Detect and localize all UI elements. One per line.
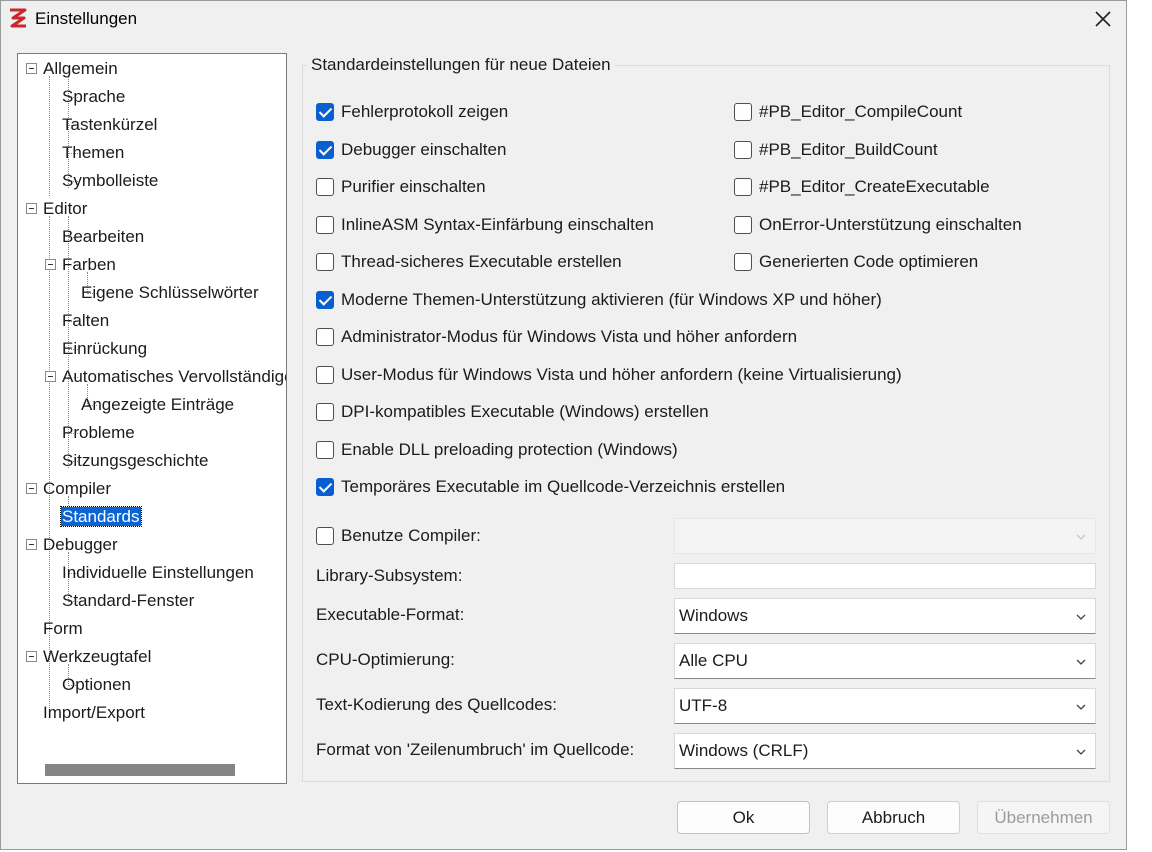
tree-item-falten[interactable]: Falten (61, 307, 110, 335)
tree-item-individuelle-einstellungen[interactable]: Individuelle Einstellungen (61, 559, 255, 587)
dll-checkbox[interactable]: Enable DLL preloading protection (Window… (316, 438, 678, 462)
settings-tree[interactable]: Allgemein Sprache Tastenkürzel Themen Sy… (17, 53, 287, 784)
tree-item-allgemein[interactable]: Allgemein (42, 55, 119, 83)
tree-item-import-export[interactable]: Import/Export (42, 699, 146, 727)
tree-item-probleme[interactable]: Probleme (61, 419, 136, 447)
tree-item-debugger[interactable]: Debugger (42, 531, 119, 559)
encoding-label: Text-Kodierung des Quellcodes: (316, 695, 557, 714)
apply-button[interactable]: Übernehmen (977, 801, 1110, 834)
chevron-down-icon (1076, 704, 1086, 710)
use-compiler-checkbox[interactable]: Benutze Compiler: (316, 524, 481, 548)
checkbox-box[interactable] (316, 141, 334, 159)
inlineasm-checkbox[interactable]: InlineASM Syntax-Einfärbung einschalten (316, 213, 654, 237)
collapse-icon[interactable] (26, 483, 37, 494)
dpi-checkbox[interactable]: DPI-kompatibles Executable (Windows) ers… (316, 400, 709, 424)
horizontal-scrollbar-thumb[interactable] (45, 764, 235, 776)
onerror-checkbox[interactable]: OnError-Unterstützung einschalten (734, 213, 1022, 237)
checkbox-box[interactable] (734, 216, 752, 234)
purebasic-logo-icon (10, 8, 27, 28)
threadsafe-checkbox[interactable]: Thread-sicheres Executable erstellen (316, 250, 622, 274)
tempexe-checkbox[interactable]: Temporäres Executable im Quellcode-Verze… (316, 475, 785, 499)
collapse-icon[interactable] (26, 203, 37, 214)
collapse-icon[interactable] (45, 259, 56, 270)
tree-item-farben[interactable]: Farben (61, 251, 117, 279)
chevron-down-icon (1076, 659, 1086, 665)
tree-item-standards[interactable]: Standards (60, 503, 142, 531)
library-subsystem-label: Library-Subsystem: (316, 566, 463, 585)
checkbox-box[interactable] (316, 291, 334, 309)
createexe-checkbox[interactable]: #PB_Editor_CreateExecutable (734, 175, 990, 199)
chevron-down-icon (1076, 749, 1086, 755)
checkbox-box[interactable] (734, 103, 752, 121)
cpu-select[interactable]: Alle CPU (674, 643, 1096, 679)
tree-item-sitzungsgeschichte[interactable]: Sitzungsgeschichte (61, 447, 209, 475)
tree-item-einrueckung[interactable]: Einrückung (61, 335, 148, 363)
admin-checkbox[interactable]: Administrator-Modus für Windows Vista un… (316, 325, 797, 349)
checkbox-box[interactable] (734, 253, 752, 271)
tree-item-themen[interactable]: Themen (61, 139, 125, 167)
tree-item-tastenkuerzel[interactable]: Tastenkürzel (61, 111, 158, 139)
tree-item-compiler[interactable]: Compiler (42, 475, 112, 503)
checkbox-box[interactable] (316, 103, 334, 121)
tree-item-sprache[interactable]: Sprache (61, 83, 126, 111)
checkbox-box[interactable] (316, 216, 334, 234)
ok-button[interactable]: Ok (677, 801, 810, 834)
collapse-icon[interactable] (45, 371, 56, 382)
newline-label: Format von 'Zeilenumbruch' im Quellcode: (316, 740, 635, 759)
cancel-button[interactable]: Abbruch (827, 801, 960, 834)
library-subsystem-input[interactable] (674, 563, 1096, 589)
checkbox-box[interactable] (316, 253, 334, 271)
group-title: Standardeinstellungen für neue Dateien (307, 55, 615, 75)
chevron-down-icon (1076, 534, 1086, 540)
selected-tree-label: Standards (60, 506, 142, 527)
close-icon (1095, 11, 1111, 27)
tree-item-standard-fenster[interactable]: Standard-Fenster (61, 587, 195, 615)
encoding-select[interactable]: UTF-8 (674, 688, 1096, 724)
checkbox-box[interactable] (316, 366, 334, 384)
collapse-icon[interactable] (26, 651, 37, 662)
tree-item-editor[interactable]: Editor (42, 195, 88, 223)
checkbox-box[interactable] (316, 527, 334, 545)
collapse-icon[interactable] (26, 63, 37, 74)
checkbox-box[interactable] (316, 478, 334, 496)
checkbox-box[interactable] (734, 141, 752, 159)
fehlerprotokoll-checkbox[interactable]: Fehlerprotokoll zeigen (316, 100, 508, 124)
tree-item-eigene-schluesselwoerter[interactable]: Eigene Schlüsselwörter (80, 279, 260, 307)
exe-format-select[interactable]: Windows (674, 598, 1096, 634)
collapse-icon[interactable] (26, 539, 37, 550)
optimize-checkbox[interactable]: Generierten Code optimieren (734, 250, 978, 274)
tree-item-symbolleiste[interactable]: Symbolleiste (61, 167, 159, 195)
checkbox-box[interactable] (316, 178, 334, 196)
compilecount-checkbox[interactable]: #PB_Editor_CompileCount (734, 100, 962, 124)
window-title: Einstellungen (35, 9, 138, 28)
themes-checkbox[interactable]: Moderne Themen-Unterstützung aktivieren … (316, 288, 882, 312)
tree-item-form[interactable]: Form (42, 615, 84, 643)
cpu-label: CPU-Optimierung: (316, 650, 455, 669)
newline-select[interactable]: Windows (CRLF) (674, 733, 1096, 769)
tree-item-optionen[interactable]: Optionen (61, 671, 132, 699)
exe-format-label: Executable-Format: (316, 605, 465, 624)
close-button[interactable] (1080, 1, 1126, 37)
tree-item-autocomplete[interactable]: Automatisches Vervollständigen (61, 363, 286, 391)
tree-item-angezeigte-eintraege[interactable]: Angezeigte Einträge (80, 391, 235, 419)
chevron-down-icon (1076, 614, 1086, 620)
purifier-checkbox[interactable]: Purifier einschalten (316, 175, 486, 199)
debugger-checkbox[interactable]: Debugger einschalten (316, 138, 506, 162)
checkbox-box[interactable] (734, 178, 752, 196)
title-bar: Einstellungen (1, 1, 1126, 37)
compiler-select[interactable] (674, 518, 1096, 554)
tree-item-bearbeiten[interactable]: Bearbeiten (61, 223, 145, 251)
buildcount-checkbox[interactable]: #PB_Editor_BuildCount (734, 138, 938, 162)
usermode-checkbox[interactable]: User-Modus für Windows Vista und höher a… (316, 363, 902, 387)
checkbox-box[interactable] (316, 328, 334, 346)
checkbox-box[interactable] (316, 441, 334, 459)
tree-item-werkzeugtafel[interactable]: Werkzeugtafel (42, 643, 152, 671)
checkbox-box[interactable] (316, 403, 334, 421)
